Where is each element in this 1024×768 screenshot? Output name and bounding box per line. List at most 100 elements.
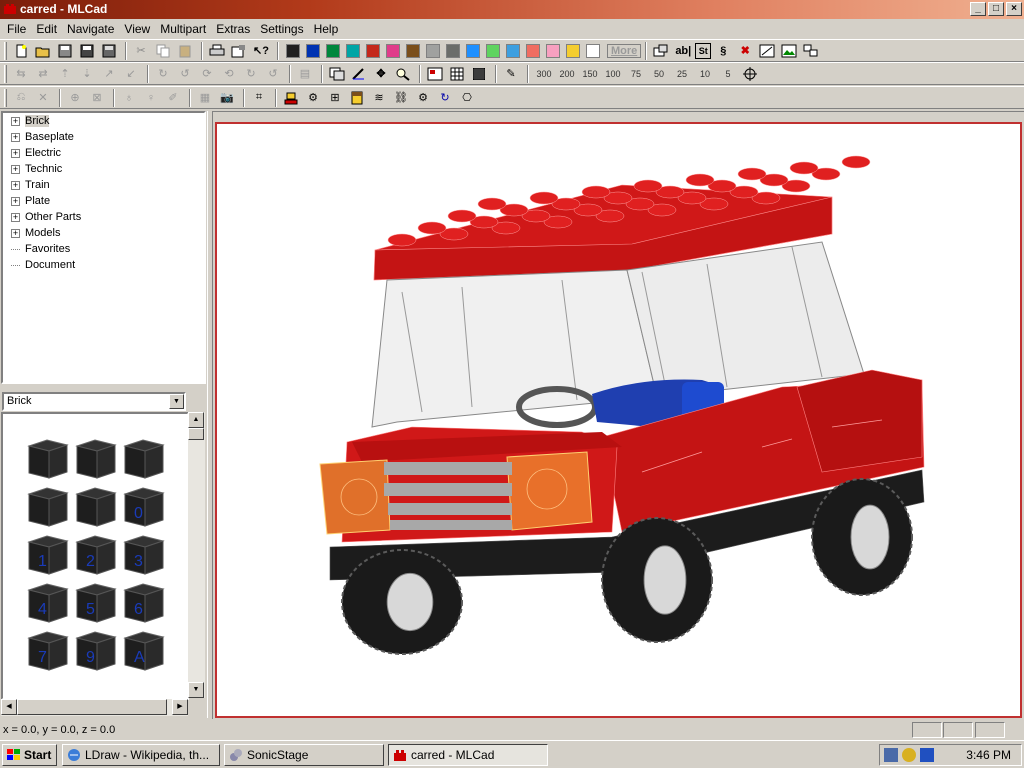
new-file-icon[interactable] xyxy=(11,41,31,61)
minifig-generator-icon[interactable] xyxy=(281,88,301,108)
color-swatch[interactable] xyxy=(526,43,540,58)
bendible-icon[interactable]: ⚙ xyxy=(303,88,323,108)
color-swatch[interactable] xyxy=(466,43,480,58)
tree-item-models[interactable]: + Models xyxy=(3,225,204,241)
bluetooth-icon[interactable] xyxy=(920,748,934,762)
part-thumbnail[interactable]: 5 xyxy=(75,583,117,623)
copy-icon[interactable] xyxy=(153,41,173,61)
close-button[interactable]: × xyxy=(1006,2,1022,16)
rubber-belt-icon[interactable]: ≋ xyxy=(369,88,389,108)
zoom-5-button[interactable]: 5 xyxy=(717,69,739,79)
part-thumbnail[interactable]: 0 xyxy=(123,487,165,527)
chain-icon[interactable]: ⛓ xyxy=(391,88,411,108)
menu-view[interactable]: View xyxy=(119,22,155,36)
grid-view-icon[interactable] xyxy=(447,64,467,84)
color-swatch[interactable] xyxy=(546,43,560,58)
tree-item-plate[interactable]: + Plate xyxy=(3,193,204,209)
scroll-left-icon[interactable]: ◀ xyxy=(1,699,17,715)
insert-comment-icon[interactable]: ab| xyxy=(673,41,693,61)
zoom-75-button[interactable]: 75 xyxy=(625,69,647,79)
context-help-icon[interactable]: ↖? xyxy=(251,41,271,61)
expand-icon[interactable]: + xyxy=(11,196,20,206)
crop-icon[interactable]: ⌗ xyxy=(249,88,269,108)
scroll-thumb[interactable] xyxy=(188,428,204,440)
open-folder-icon[interactable] xyxy=(33,41,53,61)
network-icon[interactable] xyxy=(884,748,898,762)
chevron-down-icon[interactable]: ▼ xyxy=(169,394,184,409)
task-mlcad[interactable]: carred - MLCad xyxy=(388,744,548,766)
security-icon[interactable] xyxy=(902,748,916,762)
move-back-icon[interactable]: ↙ xyxy=(121,64,141,84)
gear-icon[interactable]: ⚙ xyxy=(413,88,433,108)
maximize-button[interactable]: □ xyxy=(988,2,1004,16)
bulb-icon[interactable]: ♀ xyxy=(141,88,161,108)
magic-wand-icon[interactable]: ✎ xyxy=(501,64,521,84)
grid-settings-icon[interactable]: ▤ xyxy=(295,64,315,84)
rotate-y-minus-icon[interactable]: ⟲ xyxy=(219,64,239,84)
insert-group-icon[interactable] xyxy=(801,41,821,61)
zoom-10-button[interactable]: 10 xyxy=(694,69,716,79)
color-swatch[interactable] xyxy=(566,43,580,58)
print-icon[interactable] xyxy=(207,41,227,61)
category-select[interactable]: Brick ▼ xyxy=(2,392,186,411)
part-thumbnail[interactable] xyxy=(123,439,165,479)
task-sonicstage[interactable]: SonicStage xyxy=(224,744,384,766)
parts-horizontal-scrollbar[interactable]: ◀ ▶ xyxy=(1,699,188,716)
remove-icon[interactable]: ✕ xyxy=(33,88,53,108)
minifig-head-icon[interactable] xyxy=(347,88,367,108)
expand-icon[interactable]: + xyxy=(11,180,20,190)
parts-vertical-scrollbar[interactable]: ▲ ▼ xyxy=(188,412,205,698)
tree-item-favorites[interactable]: Favorites xyxy=(3,241,204,257)
color-swatch[interactable] xyxy=(426,43,440,58)
auto-icon[interactable]: ⎔ xyxy=(457,88,477,108)
expand-icon[interactable]: + xyxy=(11,228,20,238)
rotate-x-minus-icon[interactable]: ↺ xyxy=(175,64,195,84)
color-swatch[interactable] xyxy=(586,43,600,58)
hinge-icon[interactable]: ⎌ xyxy=(11,88,31,108)
expand-icon[interactable]: + xyxy=(11,148,20,158)
expand-icon[interactable]: + xyxy=(11,116,20,126)
part-thumbnail[interactable]: 4 xyxy=(27,583,69,623)
start-button[interactable]: Start xyxy=(2,744,57,766)
insert-background-icon[interactable] xyxy=(779,41,799,61)
color-swatch[interactable] xyxy=(286,43,300,58)
part-thumbnail[interactable]: 1 xyxy=(27,535,69,575)
zoom-50-button[interactable]: 50 xyxy=(648,69,670,79)
single-view-icon[interactable] xyxy=(425,64,445,84)
menu-navigate[interactable]: Navigate xyxy=(62,22,119,36)
delete-meta-icon[interactable]: ✖ xyxy=(735,41,755,61)
grid-snap-icon[interactable]: ▦ xyxy=(195,88,215,108)
save-as-icon[interactable] xyxy=(99,41,119,61)
task-wikipedia[interactable]: LDraw - Wikipedia, th... xyxy=(62,744,220,766)
bolt-icon[interactable]: ⊕ xyxy=(65,88,85,108)
color-swatch[interactable] xyxy=(486,43,500,58)
menu-settings[interactable]: Settings xyxy=(255,22,308,36)
color-swatch[interactable] xyxy=(306,43,320,58)
part-thumbnail[interactable]: 3 xyxy=(123,535,165,575)
expand-icon[interactable]: + xyxy=(11,132,20,142)
tree-item-other-parts[interactable]: + Other Parts xyxy=(3,209,204,225)
zoom-fit-icon[interactable] xyxy=(740,64,760,84)
expand-icon[interactable]: + xyxy=(11,164,20,174)
color-swatch[interactable] xyxy=(446,43,460,58)
menu-multipart[interactable]: Multipart xyxy=(155,22,211,36)
color-swatch[interactable] xyxy=(406,43,420,58)
insert-step-icon[interactable]: St xyxy=(695,42,712,59)
part-thumbnail[interactable]: 6 xyxy=(123,583,165,623)
rotate-z-plus-icon[interactable]: ↻ xyxy=(241,64,261,84)
zoom-100-button[interactable]: 100 xyxy=(602,69,624,79)
view-edit-icon[interactable] xyxy=(349,64,369,84)
color-swatch[interactable] xyxy=(346,43,360,58)
zoom-150-button[interactable]: 150 xyxy=(579,69,601,79)
fine-grid-icon[interactable] xyxy=(469,64,489,84)
menu-extras[interactable]: Extras xyxy=(211,22,255,36)
pan-icon[interactable]: ✥ xyxy=(371,64,391,84)
expand-icon[interactable]: + xyxy=(11,212,20,222)
view-select-icon[interactable] xyxy=(327,64,347,84)
paste-icon[interactable] xyxy=(175,41,195,61)
minimize-button[interactable]: _ xyxy=(970,2,986,16)
insert-clear-icon[interactable] xyxy=(757,41,777,61)
spring-icon[interactable]: ⊞ xyxy=(325,88,345,108)
part-thumbnail[interactable]: 9 xyxy=(75,631,117,671)
zoom-tool-icon[interactable] xyxy=(393,64,413,84)
